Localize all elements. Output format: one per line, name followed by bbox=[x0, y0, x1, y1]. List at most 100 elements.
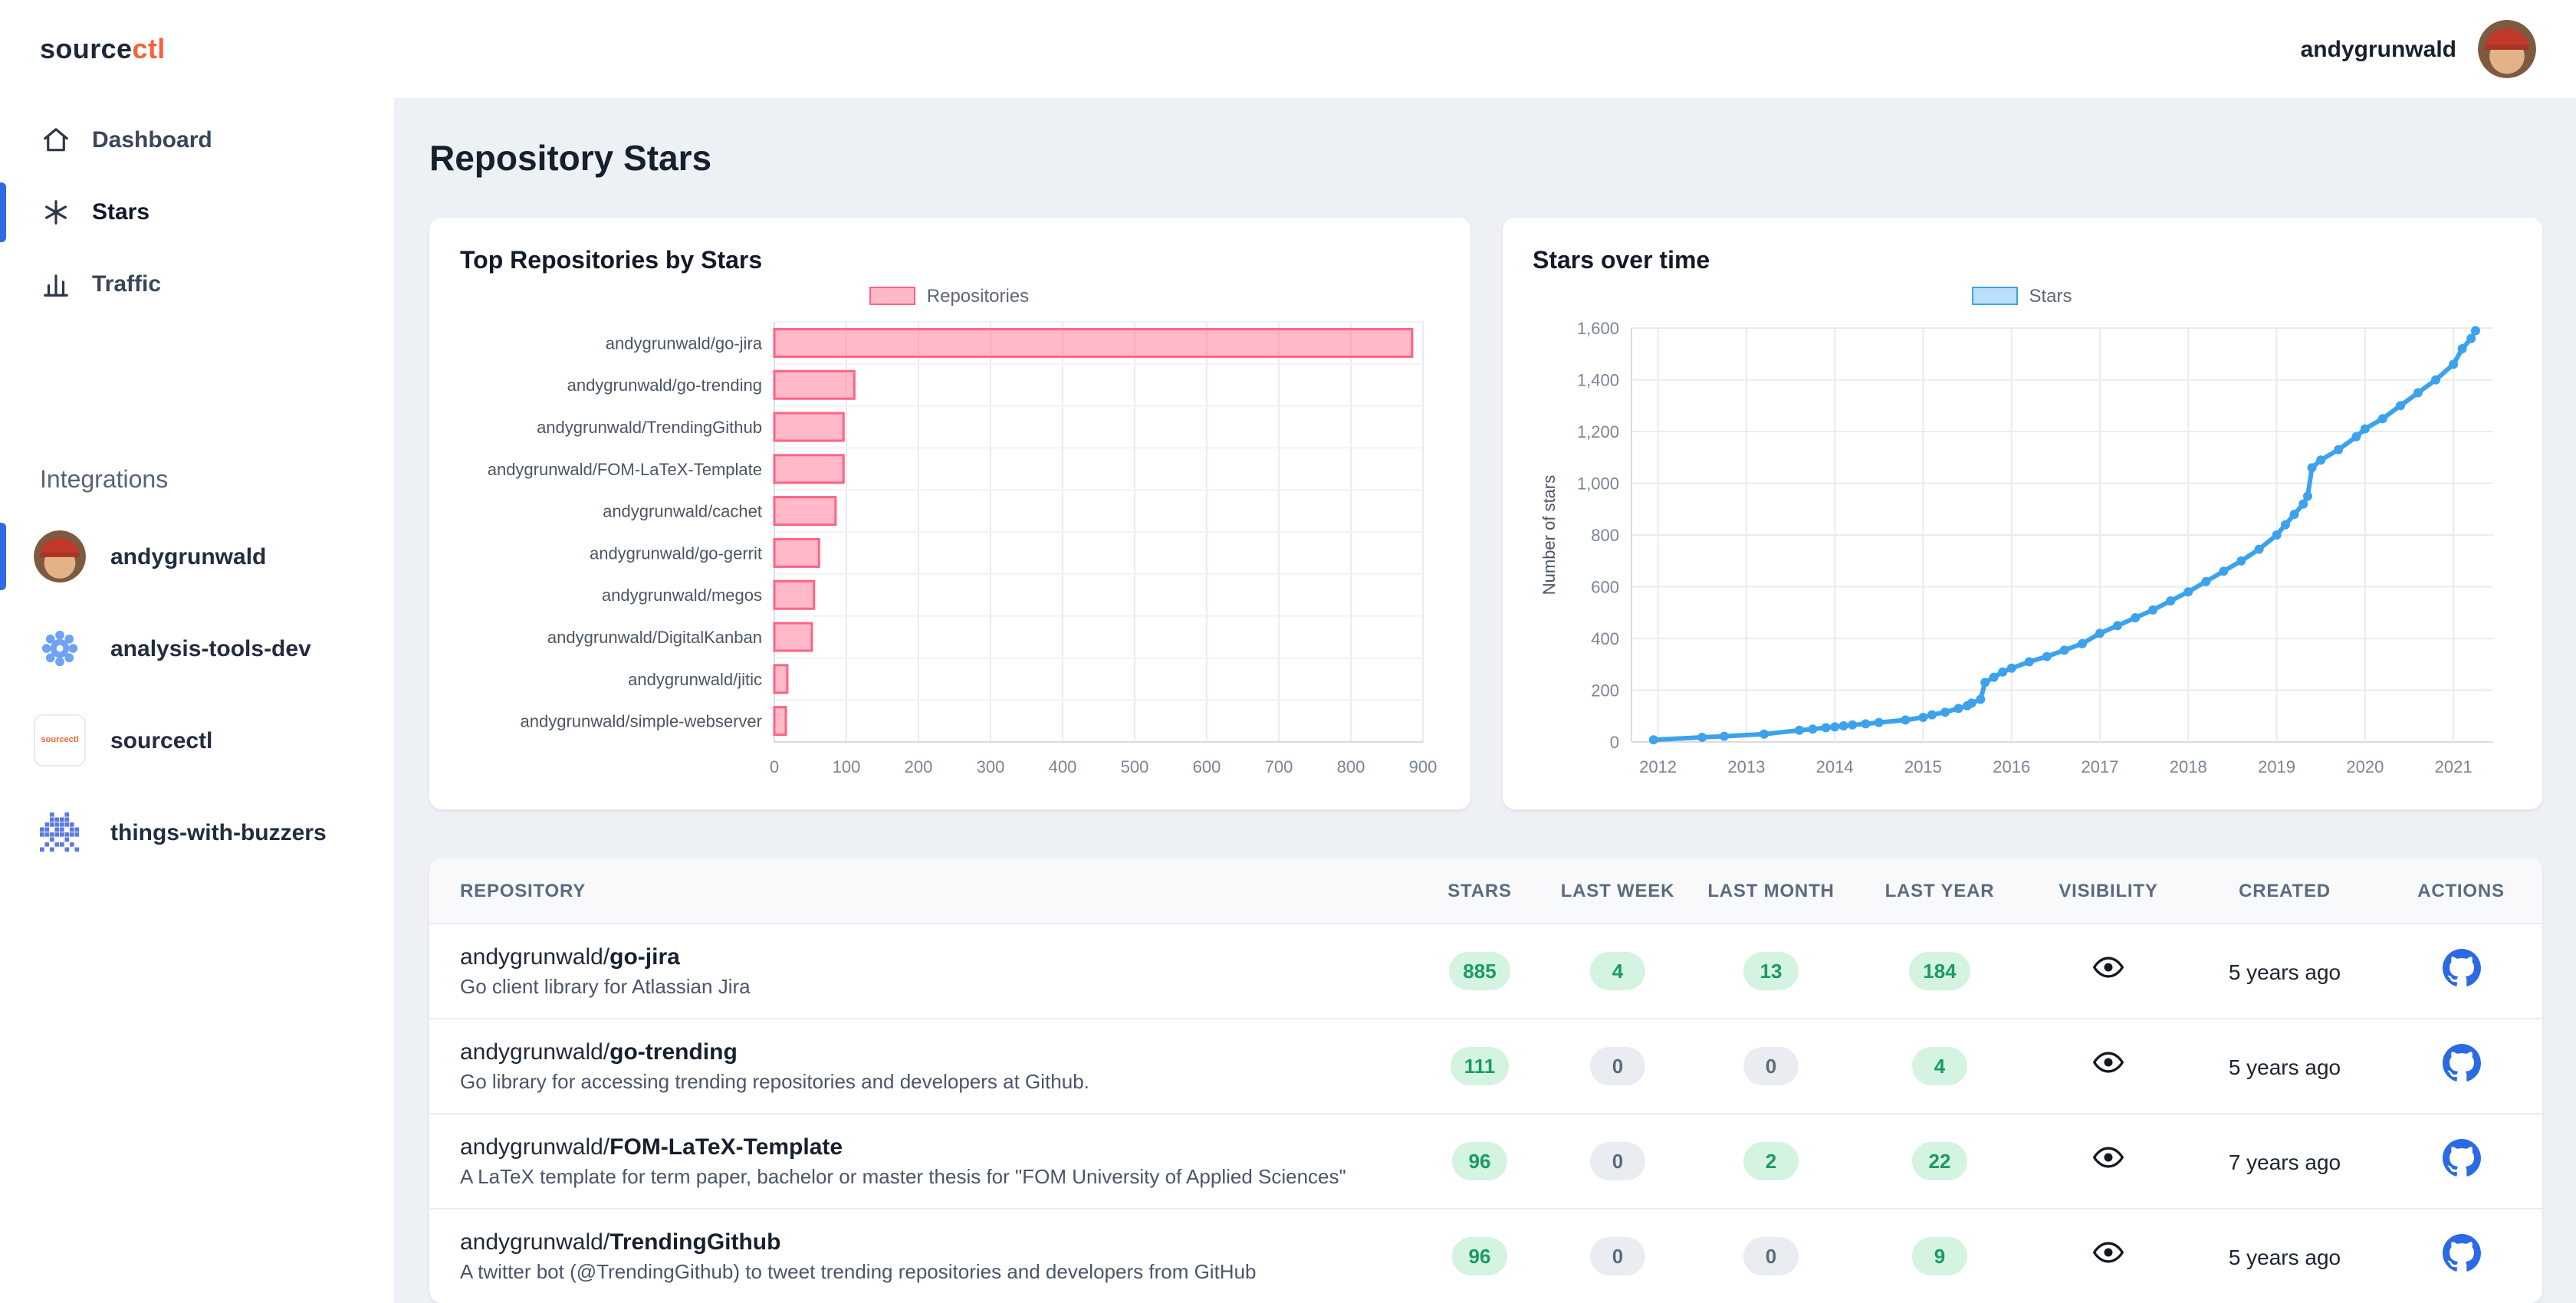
integrations-title: Integrations bbox=[40, 468, 394, 495]
app: sourcectl Dashboard Stars Traffic bbox=[0, 0, 2576, 1303]
github-link-icon[interactable] bbox=[2442, 1233, 2480, 1272]
home-icon bbox=[40, 125, 71, 156]
repo-link[interactable]: andygrunwald/go-trending bbox=[460, 1039, 1411, 1065]
gear-icon bbox=[34, 622, 86, 674]
svg-text:andygrunwald/DigitalKanban: andygrunwald/DigitalKanban bbox=[547, 628, 762, 647]
sidebar-integration-analysis-tools-dev[interactable]: analysis-tools-dev bbox=[0, 602, 394, 694]
stars-badge: 111 bbox=[1451, 1047, 1510, 1085]
github-link-icon[interactable] bbox=[2442, 1043, 2480, 1081]
repo-link[interactable]: andygrunwald/go-jira bbox=[460, 944, 1411, 970]
table-row: andygrunwald/TrendingGithub A twitter bo… bbox=[429, 1209, 2542, 1303]
topbar-avatar[interactable] bbox=[2478, 20, 2536, 78]
repo-description: Go client library for Atlassian Jira bbox=[460, 975, 1411, 998]
brand-prefix: source bbox=[40, 33, 132, 65]
svg-text:2013: 2013 bbox=[1727, 757, 1764, 776]
svg-text:andygrunwald/megos: andygrunwald/megos bbox=[602, 586, 762, 605]
last-week-badge: 0 bbox=[1590, 1047, 1645, 1085]
svg-text:700: 700 bbox=[1265, 757, 1293, 776]
stars-badge: 96 bbox=[1452, 1237, 1507, 1275]
svg-text:600: 600 bbox=[1590, 578, 1618, 597]
created-at: 7 years ago bbox=[2193, 1114, 2377, 1209]
line-chart-legend: Stars bbox=[1533, 285, 2512, 307]
last-week-badge: 0 bbox=[1590, 1142, 1645, 1180]
created-at: 5 years ago bbox=[2193, 1019, 2377, 1114]
svg-text:2016: 2016 bbox=[1992, 757, 2029, 776]
app-logo[interactable]: sourcectl bbox=[0, 0, 394, 98]
sidebar-item-label: Dashboard bbox=[92, 127, 212, 153]
last-month-badge: 2 bbox=[1743, 1142, 1799, 1180]
github-link-icon[interactable] bbox=[2442, 948, 2480, 986]
created-at: 5 years ago bbox=[2193, 924, 2377, 1019]
stars-badge: 96 bbox=[1452, 1142, 1507, 1180]
svg-text:2012: 2012 bbox=[1638, 757, 1676, 776]
col-last-month: Last month bbox=[1687, 858, 1855, 924]
buzzer-icon bbox=[34, 806, 86, 858]
col-last-year: Last year bbox=[1855, 858, 2024, 924]
main-nav: Dashboard Stars Traffic bbox=[0, 104, 394, 320]
svg-text:andygrunwald/FOM-LaTeX-Templat: andygrunwald/FOM-LaTeX-Template bbox=[488, 460, 762, 479]
svg-text:400: 400 bbox=[1590, 629, 1618, 648]
col-created: Created bbox=[2193, 858, 2377, 924]
user-avatar-icon bbox=[34, 530, 86, 583]
svg-text:2015: 2015 bbox=[1904, 757, 1941, 776]
col-last-week: Last week bbox=[1549, 858, 1687, 924]
col-stars: Stars bbox=[1411, 858, 1549, 924]
sidebar-integration-sourcectl[interactable]: sourcectl sourcectl bbox=[0, 694, 394, 786]
repo-link[interactable]: andygrunwald/FOM-LaTeX-Template bbox=[460, 1134, 1411, 1160]
svg-text:800: 800 bbox=[1590, 526, 1618, 545]
table-row: andygrunwald/go-trending Go library for … bbox=[429, 1019, 2542, 1114]
star-icon bbox=[40, 197, 71, 228]
svg-text:100: 100 bbox=[833, 757, 861, 776]
sidebar-integration-things-with-buzzers[interactable]: things-with-buzzers bbox=[0, 786, 394, 878]
visibility-eye-icon bbox=[2091, 1236, 2125, 1269]
last-year-badge: 184 bbox=[1909, 952, 1970, 990]
created-at: 5 years ago bbox=[2193, 1209, 2377, 1303]
table-row: andygrunwald/FOM-LaTeX-Template A LaTeX … bbox=[429, 1114, 2542, 1209]
last-year-badge: 22 bbox=[1912, 1142, 1967, 1180]
svg-text:2019: 2019 bbox=[2257, 757, 2295, 776]
sidebar-item-dashboard[interactable]: Dashboard bbox=[0, 104, 394, 176]
sidebar-item-stars[interactable]: Stars bbox=[0, 176, 394, 248]
table-row: andygrunwald/go-jira Go client library f… bbox=[429, 924, 2542, 1019]
sidebar-integration-andygrunwald[interactable]: andygrunwald bbox=[0, 510, 394, 602]
svg-text:900: 900 bbox=[1409, 757, 1438, 776]
svg-text:2017: 2017 bbox=[2081, 757, 2118, 776]
svg-text:andygrunwald/jitic: andygrunwald/jitic bbox=[628, 670, 762, 689]
repositories-table-card: Repository Stars Last week Last month La… bbox=[429, 858, 2542, 1303]
last-year-badge: 4 bbox=[1912, 1047, 1967, 1085]
topbar-username[interactable]: andygrunwald bbox=[2301, 36, 2456, 62]
svg-text:1,200: 1,200 bbox=[1576, 422, 1618, 441]
svg-text:1,400: 1,400 bbox=[1576, 371, 1618, 390]
visibility-eye-icon bbox=[2091, 1045, 2125, 1079]
svg-text:2018: 2018 bbox=[2169, 757, 2206, 776]
stars-badge: 885 bbox=[1449, 952, 1510, 990]
bar-chart-svg: 0100200300400500600700800900andygrunwald… bbox=[460, 313, 1441, 788]
buzzer-icon-svg bbox=[40, 812, 80, 852]
col-repository: Repository bbox=[429, 858, 1411, 924]
legend-label: Stars bbox=[2029, 285, 2072, 307]
sidebar: sourcectl Dashboard Stars Traffic bbox=[0, 0, 394, 1303]
last-week-badge: 4 bbox=[1590, 952, 1645, 990]
svg-text:2014: 2014 bbox=[1815, 757, 1853, 776]
repositories-table: Repository Stars Last week Last month La… bbox=[429, 858, 2542, 1303]
traffic-chart-icon bbox=[40, 269, 71, 300]
visibility-eye-icon bbox=[2091, 1141, 2125, 1174]
repo-link[interactable]: andygrunwald/TrendingGithub bbox=[460, 1229, 1411, 1255]
legend-swatch-repositories bbox=[870, 287, 916, 305]
line-chart-svg: 02004006008001,0001,2001,4001,6002012201… bbox=[1533, 313, 2514, 788]
page-title: Repository Stars bbox=[429, 138, 2542, 179]
svg-text:andygrunwald/TrendingGithub: andygrunwald/TrendingGithub bbox=[537, 418, 762, 437]
svg-text:andygrunwald/go-jira: andygrunwald/go-jira bbox=[606, 333, 763, 353]
svg-text:600: 600 bbox=[1193, 757, 1221, 776]
sidebar-item-label: Stars bbox=[92, 199, 150, 225]
svg-text:2021: 2021 bbox=[2434, 757, 2472, 776]
svg-text:0: 0 bbox=[770, 757, 779, 776]
top-repositories-card: Top Repositories by Stars Repositories 0… bbox=[429, 218, 1470, 809]
svg-text:800: 800 bbox=[1337, 757, 1365, 776]
github-link-icon[interactable] bbox=[2442, 1138, 2480, 1177]
table-header-row: Repository Stars Last week Last month La… bbox=[429, 858, 2542, 924]
svg-text:2020: 2020 bbox=[2345, 757, 2383, 776]
last-month-badge: 0 bbox=[1743, 1047, 1799, 1085]
svg-text:1,600: 1,600 bbox=[1576, 319, 1618, 338]
sidebar-item-traffic[interactable]: Traffic bbox=[0, 248, 394, 320]
